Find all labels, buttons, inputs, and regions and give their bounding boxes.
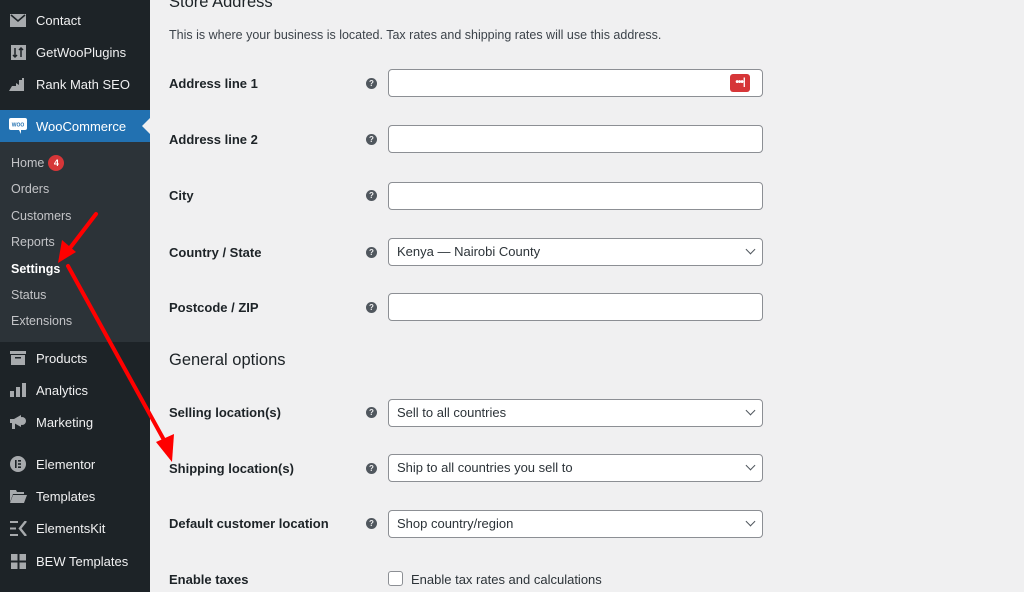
selected-value: Sell to all countries bbox=[397, 405, 507, 420]
country-state-label: Country / State bbox=[169, 245, 262, 260]
address-line-2-label: Address line 2 bbox=[169, 132, 258, 147]
sidebar-item-label: WooCommerce bbox=[36, 118, 127, 134]
megaphone-icon bbox=[8, 412, 28, 432]
sidebar-item-label: Contact bbox=[36, 12, 81, 28]
help-icon[interactable]: ? bbox=[366, 78, 377, 89]
bar-chart-icon bbox=[8, 380, 28, 400]
sidebar-item-analytics[interactable]: Analytics bbox=[0, 374, 150, 406]
sidebar-item-label: GetWooPlugins bbox=[36, 44, 127, 60]
chevron-down-icon bbox=[745, 405, 756, 416]
postcode-label: Postcode / ZIP bbox=[169, 300, 259, 315]
submenu-item-orders[interactable]: Orders bbox=[11, 179, 49, 199]
grid-icon bbox=[8, 551, 28, 571]
woocommerce-submenu: Home 4 Orders Customers Reports Settings … bbox=[0, 142, 150, 342]
settings-main: Store Address This is where your busines… bbox=[150, 0, 1024, 592]
woo-icon: WOO bbox=[8, 116, 28, 136]
selected-value: Shop country/region bbox=[397, 516, 514, 531]
sort-icon bbox=[8, 42, 28, 62]
sidebar-item-templates[interactable]: Templates bbox=[0, 480, 150, 512]
default-customer-location-select[interactable]: Shop country/region bbox=[388, 510, 763, 538]
enable-taxes-checkbox[interactable] bbox=[388, 571, 403, 586]
current-menu-pointer bbox=[142, 118, 150, 134]
elementskit-icon bbox=[8, 518, 28, 538]
envelope-icon bbox=[8, 10, 28, 30]
address-line-1-input[interactable] bbox=[388, 69, 763, 97]
submenu-item-extensions[interactable]: Extensions bbox=[11, 311, 72, 331]
notification-badge: 4 bbox=[48, 155, 65, 171]
help-icon[interactable]: ? bbox=[366, 247, 377, 258]
submenu-item-reports[interactable]: Reports bbox=[11, 232, 55, 252]
sidebar-item-getwooplugins[interactable]: GetWooPlugins bbox=[0, 36, 150, 68]
selected-value: Kenya — Nairobi County bbox=[397, 244, 541, 259]
help-icon[interactable]: ? bbox=[366, 463, 377, 474]
sidebar-item-label: ElementsKit bbox=[36, 520, 106, 536]
selling-locations-label: Selling location(s) bbox=[169, 405, 281, 420]
sidebar-item-label: Analytics bbox=[36, 382, 89, 398]
sidebar-item-label: Templates bbox=[36, 488, 96, 504]
sidebar-item-label: Rank Math SEO bbox=[36, 76, 130, 92]
address-line-2-input[interactable] bbox=[388, 125, 763, 153]
store-address-description: This is where your business is located. … bbox=[169, 28, 662, 42]
enable-taxes-checkbox-label[interactable]: Enable tax rates and calculations bbox=[411, 572, 602, 587]
chevron-down-icon bbox=[745, 460, 756, 471]
archive-icon bbox=[8, 348, 28, 368]
elementor-icon bbox=[8, 454, 28, 474]
submenu-item-settings[interactable]: Settings bbox=[11, 259, 60, 279]
sidebar-item-label: Marketing bbox=[36, 414, 94, 430]
svg-text:WOO: WOO bbox=[12, 123, 25, 129]
sidebar-item-woocommerce[interactable]: WOO WooCommerce bbox=[0, 110, 150, 142]
help-icon[interactable]: ? bbox=[366, 407, 377, 418]
sidebar-item-label: Elementor bbox=[36, 456, 96, 472]
general-options-heading: General options bbox=[169, 351, 286, 369]
submenu-item-label: Home bbox=[11, 156, 45, 170]
city-input[interactable] bbox=[388, 182, 763, 210]
sidebar-item-elementskit[interactable]: ElementsKit bbox=[0, 512, 150, 544]
sidebar-item-products[interactable]: Products bbox=[0, 342, 150, 374]
submenu-item-home[interactable]: Home 4 bbox=[11, 153, 65, 173]
default-customer-location-label: Default customer location bbox=[169, 516, 329, 531]
help-icon[interactable]: ? bbox=[366, 302, 377, 313]
submenu-item-status[interactable]: Status bbox=[11, 285, 46, 305]
sidebar-item-label: Products bbox=[36, 350, 88, 366]
help-icon[interactable]: ? bbox=[366, 190, 377, 201]
sidebar-item-label: BEW Templates bbox=[36, 553, 129, 569]
shipping-locations-select[interactable]: Ship to all countries you sell to bbox=[388, 454, 763, 482]
sidebar-item-marketing[interactable]: Marketing bbox=[0, 406, 150, 438]
folder-icon bbox=[8, 486, 28, 506]
country-state-select[interactable]: Kenya — Nairobi County bbox=[388, 238, 763, 266]
postcode-input[interactable] bbox=[388, 293, 763, 321]
help-icon[interactable]: ? bbox=[366, 518, 377, 529]
sidebar-item-contact[interactable]: Contact bbox=[0, 4, 150, 36]
selected-value: Ship to all countries you sell to bbox=[397, 460, 573, 475]
chevron-down-icon bbox=[745, 244, 756, 255]
submenu-item-customers[interactable]: Customers bbox=[11, 206, 71, 226]
city-label: City bbox=[169, 188, 194, 203]
sidebar-item-rank-math-seo[interactable]: Rank Math SEO bbox=[0, 68, 150, 100]
enable-taxes-label: Enable taxes bbox=[169, 572, 249, 587]
sidebar-item-bew-templates[interactable]: BEW Templates bbox=[0, 545, 150, 577]
sidebar-item-elementor[interactable]: Elementor bbox=[0, 448, 150, 480]
chevron-down-icon bbox=[745, 516, 756, 527]
help-icon[interactable]: ? bbox=[366, 134, 377, 145]
shipping-locations-label: Shipping location(s) bbox=[169, 461, 294, 476]
admin-sidebar: Contact GetWooPlugins Rank Math SEO WOO … bbox=[0, 0, 150, 592]
address-line-1-label: Address line 1 bbox=[169, 76, 258, 91]
selling-locations-select[interactable]: Sell to all countries bbox=[388, 399, 763, 427]
chart-icon bbox=[8, 74, 28, 94]
password-manager-icon[interactable]: •••| bbox=[730, 74, 750, 92]
store-address-heading: Store Address bbox=[169, 0, 273, 11]
